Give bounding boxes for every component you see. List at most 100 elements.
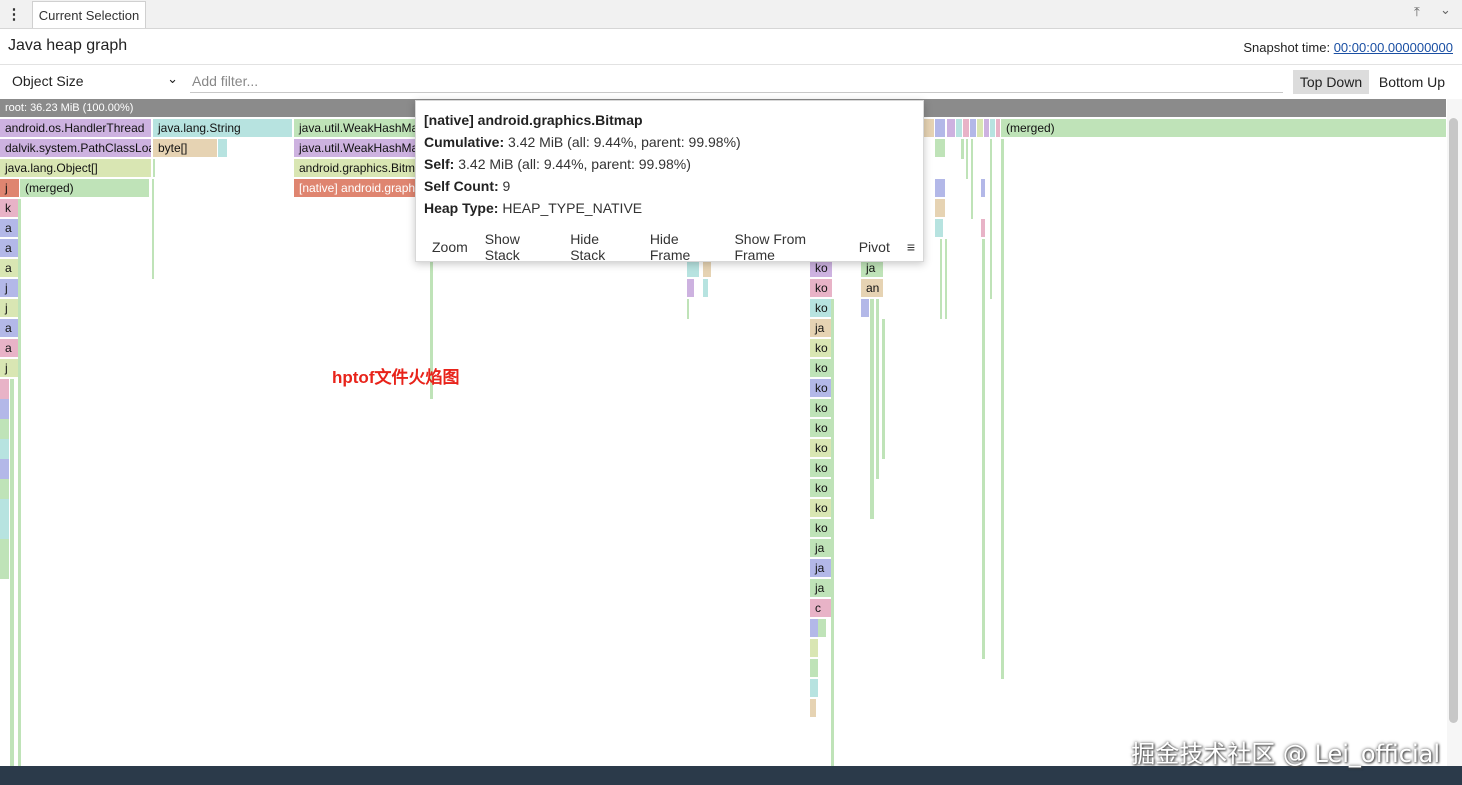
flame-frame[interactable]	[935, 119, 945, 137]
top-down-button[interactable]: Top Down	[1293, 70, 1369, 94]
flame-frame[interactable]	[947, 119, 955, 137]
flame-frame[interactable]: (merged)	[20, 179, 149, 197]
bottom-up-button[interactable]: Bottom Up	[1372, 70, 1452, 94]
flame-frame[interactable]: ko	[810, 439, 832, 457]
flame-frame[interactable]: java.util.WeakHashMap$	[294, 119, 415, 137]
flame-frame[interactable]: j	[0, 299, 19, 317]
flame-frame[interactable]	[153, 159, 155, 177]
flame-frame[interactable]	[981, 219, 985, 237]
flame-frame[interactable]	[940, 239, 942, 319]
flame-frame[interactable]	[977, 119, 983, 137]
flame-frame[interactable]	[945, 239, 947, 319]
flame-frame[interactable]	[990, 119, 995, 137]
flame-frame[interactable]	[810, 619, 818, 637]
flame-frame[interactable]	[152, 179, 154, 279]
flame-frame[interactable]: ko	[810, 519, 832, 537]
flame-frame[interactable]: an	[861, 279, 883, 297]
flame-frame[interactable]: (merged)	[1001, 119, 1446, 137]
flame-frame[interactable]: byte[]	[153, 139, 217, 157]
flame-frame[interactable]	[981, 179, 985, 197]
flame-frame[interactable]: java.lang.Object[]	[0, 159, 151, 177]
flame-frame[interactable]: ko	[810, 279, 832, 297]
chevron-down-icon[interactable]: ⌄	[1440, 2, 1451, 18]
flame-frame[interactable]	[861, 299, 869, 317]
flame-frame[interactable]	[703, 279, 708, 297]
hide-frame-button[interactable]: Hide Frame	[650, 231, 718, 263]
flame-frame[interactable]	[876, 299, 879, 479]
flame-frame[interactable]	[0, 379, 9, 579]
flame-frame[interactable]: ko	[810, 479, 832, 497]
flame-frame[interactable]: ko	[810, 499, 832, 517]
flame-frame[interactable]: a	[0, 239, 19, 257]
flame-frame[interactable]	[924, 119, 934, 137]
flame-frame[interactable]	[882, 319, 885, 459]
flame-frame[interactable]	[810, 699, 816, 717]
flame-frame[interactable]: android.os.HandlerThread	[0, 119, 151, 137]
flame-frame[interactable]	[10, 379, 14, 766]
flame-frame[interactable]: ko	[810, 419, 832, 437]
flame-frame[interactable]	[966, 139, 968, 179]
more-icon[interactable]: ⋮	[0, 0, 28, 28]
flame-frame[interactable]: java.util.WeakHashMap$	[294, 139, 415, 157]
menu-icon[interactable]: ≡	[907, 239, 915, 255]
flame-frame[interactable]	[990, 139, 992, 299]
flame-frame[interactable]	[956, 119, 962, 137]
snapshot-time-link[interactable]: 00:00:00.000000000	[1334, 40, 1453, 55]
flame-frame[interactable]	[687, 299, 689, 319]
flame-frame[interactable]: android.graphics.Bitma	[294, 159, 415, 177]
flame-frame[interactable]	[818, 619, 826, 637]
pivot-button[interactable]: Pivot	[859, 239, 890, 255]
flame-frame[interactable]: ja	[810, 559, 832, 577]
flame-frame[interactable]	[984, 119, 989, 137]
flame-frame[interactable]	[961, 139, 964, 159]
flame-frame[interactable]	[810, 679, 818, 697]
filter-input[interactable]	[190, 69, 1283, 93]
flame-frame[interactable]: ko	[810, 399, 832, 417]
flame-frame[interactable]	[831, 299, 834, 766]
flame-frame[interactable]: ko	[810, 459, 832, 477]
zoom-button[interactable]: Zoom	[432, 239, 468, 255]
flame-frame[interactable]: j	[0, 179, 19, 197]
flame-frame[interactable]	[1001, 139, 1004, 679]
flame-frame[interactable]	[810, 639, 818, 657]
flame-frame[interactable]	[935, 219, 943, 237]
flame-frame[interactable]: a	[0, 319, 19, 337]
flame-frame[interactable]	[963, 119, 969, 137]
hide-stack-button[interactable]: Hide Stack	[570, 231, 633, 263]
flame-frame[interactable]	[935, 179, 945, 197]
flame-frame[interactable]	[687, 279, 694, 297]
flame-frame[interactable]: ko	[810, 379, 832, 397]
vertical-scrollbar-thumb[interactable]	[1449, 118, 1458, 723]
flame-frame[interactable]: ko	[810, 359, 832, 377]
flame-frame[interactable]	[935, 139, 945, 157]
flame-frame[interactable]: a	[0, 339, 19, 357]
pin-icon[interactable]: ⤒	[1414, 4, 1420, 20]
flame-frame[interactable]	[810, 659, 818, 677]
flame-frame[interactable]: [native] android.graph	[294, 179, 415, 197]
flame-frame[interactable]	[18, 199, 21, 766]
flame-frame[interactable]	[971, 139, 973, 219]
flame-frame[interactable]: k	[0, 199, 19, 217]
flame-frame[interactable]: a	[0, 219, 19, 237]
flame-frame[interactable]: a	[0, 259, 19, 277]
flame-frame[interactable]: ja	[810, 579, 832, 597]
flame-frame[interactable]: ja	[810, 539, 832, 557]
flame-frame[interactable]	[870, 299, 874, 519]
show-stack-button[interactable]: Show Stack	[485, 231, 553, 263]
flame-frame[interactable]	[970, 119, 976, 137]
flame-frame[interactable]: c	[810, 599, 832, 617]
flame-frame[interactable]	[935, 199, 945, 217]
flame-frame[interactable]	[218, 139, 227, 157]
flame-frame[interactable]: dalvik.system.PathClassLoa	[0, 139, 151, 157]
flame-frame[interactable]: java.lang.String	[153, 119, 292, 137]
metric-select[interactable]: Object Size ⌄	[6, 69, 182, 93]
flame-frame[interactable]: j	[0, 359, 19, 377]
flame-frame[interactable]	[982, 239, 985, 659]
show-from-frame-button[interactable]: Show From Frame	[734, 231, 841, 263]
flame-frame[interactable]: ja	[810, 319, 832, 337]
flame-frame[interactable]: j	[0, 279, 19, 297]
flame-frame[interactable]: ko	[810, 299, 832, 317]
tab-current-selection[interactable]: Current Selection	[32, 1, 146, 28]
flame-frame[interactable]	[996, 119, 1000, 137]
flame-frame[interactable]: ko	[810, 339, 832, 357]
